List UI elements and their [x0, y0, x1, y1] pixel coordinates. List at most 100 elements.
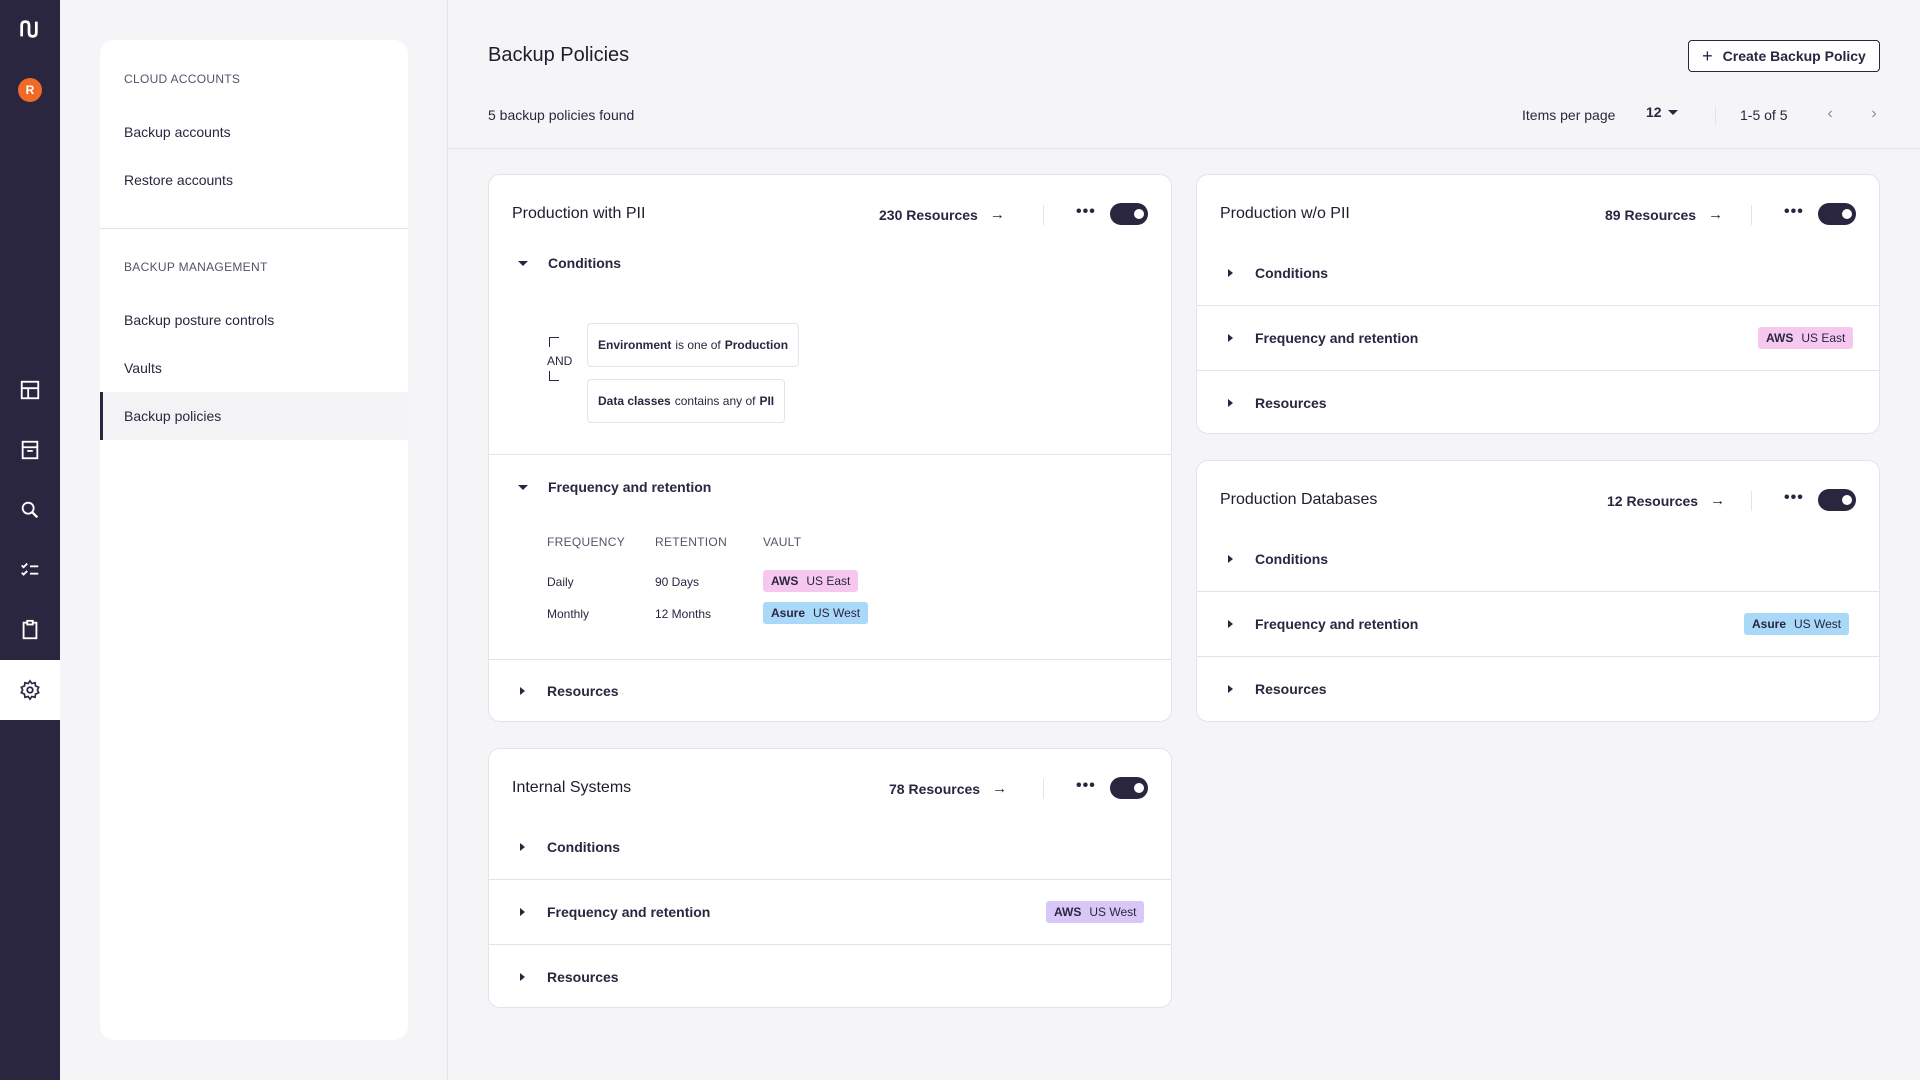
- frequency-section: Frequency and retention FREQUENCY RETENT…: [489, 455, 1171, 659]
- items-per-page-select[interactable]: 12: [1646, 104, 1678, 120]
- pagination-divider: [1715, 106, 1716, 124]
- nav-item-backup-posture-controls[interactable]: Backup posture controls: [100, 296, 408, 344]
- conditions-section: Conditions AND Environment is one of Pro…: [489, 231, 1171, 459]
- more-options-icon[interactable]: •••: [1076, 203, 1096, 221]
- conditions-label: Conditions: [1255, 551, 1329, 567]
- settings-gear-icon[interactable]: [0, 660, 60, 720]
- policy-resources-link[interactable]: 78 Resources →: [889, 780, 1007, 797]
- vault-tag: AWS US East: [1758, 327, 1854, 349]
- condition-operator: AND: [547, 354, 573, 368]
- caret-right-icon: [1228, 269, 1233, 277]
- vault-region: US East: [806, 574, 851, 588]
- policy-resources-link[interactable]: 12 Resources →: [1607, 492, 1725, 509]
- policy-enabled-toggle[interactable]: [1110, 777, 1148, 799]
- archive-icon[interactable]: [0, 420, 60, 480]
- caret-down-icon: [518, 484, 528, 490]
- user-avatar[interactable]: R: [18, 78, 42, 102]
- retention-column-header: RETENTION: [655, 535, 728, 549]
- nav-section-title-cloud-accounts: CLOUD ACCOUNTS: [124, 72, 241, 86]
- resources-header[interactable]: Resources: [1197, 371, 1879, 433]
- vault-tag: AWS US West: [1046, 901, 1145, 923]
- vault-region: US East: [1801, 331, 1846, 345]
- header-divider: [1043, 205, 1044, 225]
- frequency-label: Frequency and retention: [1255, 330, 1419, 346]
- policy-enabled-toggle[interactable]: [1818, 489, 1856, 511]
- next-page-icon[interactable]: ›: [1864, 104, 1884, 124]
- create-backup-policy-label: Create Backup Policy: [1722, 48, 1866, 64]
- policy-name: Internal Systems: [512, 779, 632, 796]
- arrow-right-icon: →: [1708, 206, 1724, 223]
- dashboard-icon[interactable]: [0, 360, 60, 420]
- vault-provider: Asure: [771, 606, 806, 620]
- retention-cell: 12 Months: [655, 607, 712, 621]
- app-logo-icon[interactable]: [18, 18, 42, 42]
- conditions-header[interactable]: Conditions: [489, 231, 1171, 295]
- policy-resources-link[interactable]: 89 Resources →: [1605, 206, 1723, 223]
- arrow-right-icon: →: [992, 780, 1008, 797]
- chevron-down-icon: [1667, 109, 1678, 115]
- checklist-icon[interactable]: [0, 540, 60, 600]
- nav-item-backup-accounts[interactable]: Backup accounts: [100, 108, 408, 156]
- caret-down-icon: [518, 260, 528, 266]
- resources-count: 78 Resources: [889, 780, 981, 797]
- plus-icon: +: [1702, 45, 1713, 66]
- condition-operator-text: contains any of: [674, 394, 756, 408]
- app-rail: R: [0, 0, 60, 1080]
- vault-column-header: VAULT: [763, 535, 802, 549]
- conditions-header[interactable]: Conditions: [1197, 241, 1879, 305]
- frequency-header[interactable]: Frequency and retention: [489, 455, 1171, 519]
- more-options-icon[interactable]: •••: [1784, 489, 1804, 507]
- vault-tag: Asure US West: [763, 602, 869, 624]
- resources-count: 230 Resources: [879, 206, 978, 223]
- page-title: Backup Policies: [488, 44, 630, 66]
- frequency-column-header: FREQUENCY: [547, 535, 626, 549]
- conditions-header[interactable]: Conditions: [1197, 527, 1879, 591]
- resources-section: Resources: [489, 945, 1171, 1007]
- frequency-label: Frequency and retention: [548, 479, 712, 495]
- caret-right-icon: [520, 843, 525, 851]
- search-icon[interactable]: [0, 480, 60, 540]
- resources-label: Resources: [547, 969, 619, 985]
- policy-card: Production w/o PII 89 Resources → ••• Co…: [1196, 174, 1880, 434]
- caret-right-icon: [520, 908, 525, 916]
- resources-label: Resources: [1255, 395, 1327, 411]
- vault-region: US West: [1089, 905, 1137, 919]
- resources-label: Resources: [547, 683, 619, 699]
- more-options-icon[interactable]: •••: [1076, 777, 1096, 795]
- condition-field: Environment: [598, 338, 672, 352]
- nav-item-vaults[interactable]: Vaults: [100, 344, 408, 392]
- previous-page-icon[interactable]: ‹: [1820, 104, 1840, 124]
- vault-region: US West: [1794, 617, 1842, 631]
- conditions-header[interactable]: Conditions: [489, 815, 1171, 879]
- more-options-icon[interactable]: •••: [1784, 203, 1804, 221]
- nav-item-restore-accounts[interactable]: Restore accounts: [100, 156, 408, 204]
- resources-header[interactable]: Resources: [1197, 657, 1879, 721]
- condition-rule[interactable]: Data classes contains any of PII: [587, 379, 786, 423]
- vault-provider: AWS: [1054, 905, 1082, 919]
- policy-enabled-toggle[interactable]: [1110, 203, 1148, 225]
- resources-section: Resources: [1197, 371, 1879, 433]
- condition-rule[interactable]: Environment is one of Production: [587, 323, 800, 367]
- caret-right-icon: [1228, 555, 1233, 563]
- clipboard-icon[interactable]: [0, 600, 60, 660]
- resources-header[interactable]: Resources: [489, 659, 1171, 721]
- condition-field: Data classes: [598, 394, 671, 408]
- nav-item-backup-policies[interactable]: Backup policies: [100, 392, 408, 440]
- results-count: 5 backup policies found: [488, 107, 635, 123]
- main-content: Backup Policies + Create Backup Policy 5…: [448, 0, 1920, 1080]
- vault-region: US West: [813, 606, 861, 620]
- policy-name: Production Databases: [1220, 491, 1378, 508]
- policy-card: Internal Systems 78 Resources → ••• Cond…: [488, 748, 1172, 1008]
- frequency-section: Frequency and retention Asure US West: [1197, 592, 1879, 656]
- create-backup-policy-button[interactable]: + Create Backup Policy: [1688, 40, 1880, 72]
- pagination-range: 1-5 of 5: [1740, 107, 1788, 123]
- policy-card: Production with PII 230 Resources → ••• …: [488, 174, 1172, 722]
- policy-enabled-toggle[interactable]: [1818, 203, 1856, 225]
- resources-header[interactable]: Resources: [489, 945, 1171, 1007]
- policy-resources-link[interactable]: 230 Resources →: [879, 206, 1005, 223]
- condition-value: PII: [759, 394, 775, 408]
- and-bracket-bottom: [549, 371, 559, 381]
- resources-section: Resources: [1197, 657, 1879, 721]
- vault-tag: AWS US East: [763, 570, 859, 592]
- vault-provider: AWS: [771, 574, 799, 588]
